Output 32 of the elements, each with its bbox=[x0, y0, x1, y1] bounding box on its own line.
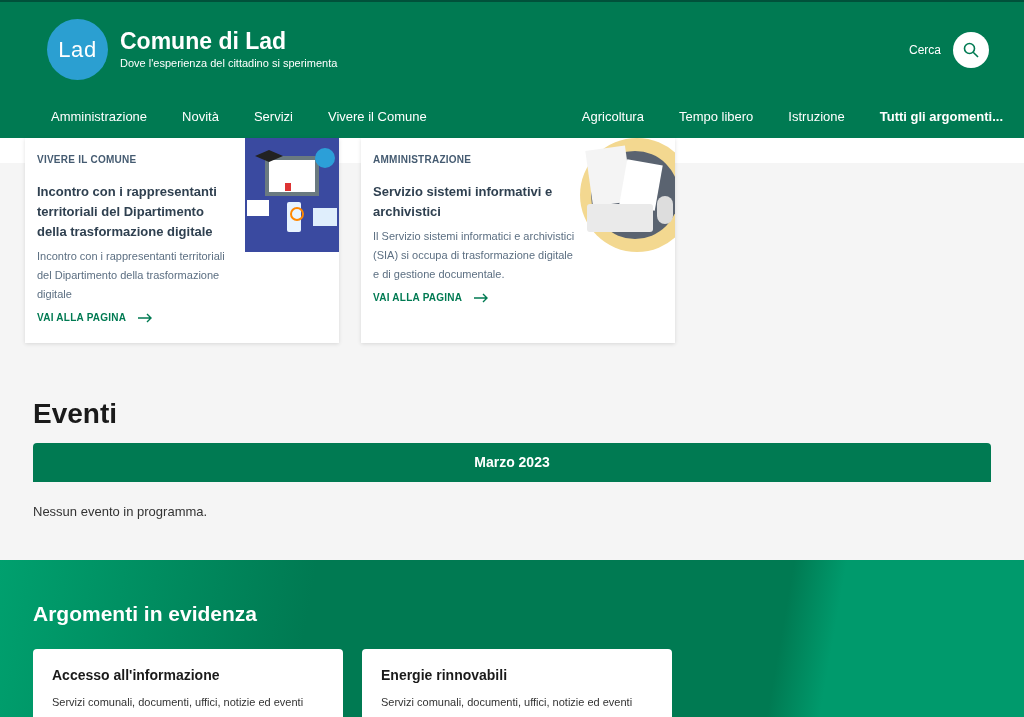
section-heading: Argomenti in evidenza bbox=[33, 600, 259, 627]
site-title[interactable]: Comune di Lad bbox=[120, 27, 338, 56]
nav-link[interactable]: Servizi bbox=[253, 106, 293, 127]
search-button[interactable] bbox=[953, 31, 989, 68]
section-heading: Eventi bbox=[33, 398, 119, 430]
arrow-icon bbox=[474, 292, 489, 303]
nav-link[interactable]: Novità bbox=[182, 106, 219, 127]
card-text: Incontro con i rappresentanti territoriali del Dipartimento della trasformazione digitale bbox=[37, 249, 226, 302]
card-title[interactable]: Servizio sistemi informativi e archivistici bbox=[373, 182, 573, 222]
all-topics-link[interactable]: Tutti gli argomenti... bbox=[879, 106, 1003, 127]
nav-link[interactable]: Vivere il Comune bbox=[327, 106, 427, 127]
topic-text: Servizi comunali, documenti, uffici, notizie ed eventi bbox=[381, 695, 634, 710]
month-label: Marzo 2023 bbox=[474, 453, 550, 472]
empty-message: Nessun evento in programma. bbox=[33, 503, 209, 521]
topic-link[interactable]: Tempo libero bbox=[678, 106, 754, 127]
search-icon bbox=[963, 41, 979, 58]
card-title[interactable]: Incontro con i rappresentanti territoriali del Dipartimento della trasformazione digitale bbox=[37, 182, 237, 242]
topic-title[interactable]: Accesso all'informazione bbox=[52, 665, 324, 686]
card-link[interactable]: VAI ALLA PAGINA bbox=[37, 310, 245, 325]
card-link[interactable]: VAI ALLA PAGINA bbox=[373, 290, 581, 305]
card-category: VIVERE IL COMUNE bbox=[37, 153, 138, 167]
topic-title[interactable]: Energie rinnovabili bbox=[381, 665, 653, 686]
topic-link[interactable]: Agricoltura bbox=[581, 106, 644, 127]
card-text: Il Servizio sistemi informatici e archivistici (SIA) si occupa di trasformazione digitale e di gestione documentale. bbox=[373, 229, 576, 282]
site-tagline: Dove l'esperienza del cittadino si sperimenta bbox=[120, 56, 338, 72]
logo-icon: Lad bbox=[47, 19, 108, 80]
nav-link[interactable]: Amministrazione bbox=[51, 106, 148, 127]
topic-text: Servizi comunali, documenti, uffici, notizie ed eventi bbox=[52, 695, 305, 710]
search-label[interactable]: Cerca bbox=[909, 40, 941, 59]
topic-link[interactable]: Istruzione bbox=[788, 106, 845, 127]
card-category: AMMINISTRAZIONE bbox=[373, 153, 473, 167]
arrow-icon bbox=[138, 312, 153, 323]
